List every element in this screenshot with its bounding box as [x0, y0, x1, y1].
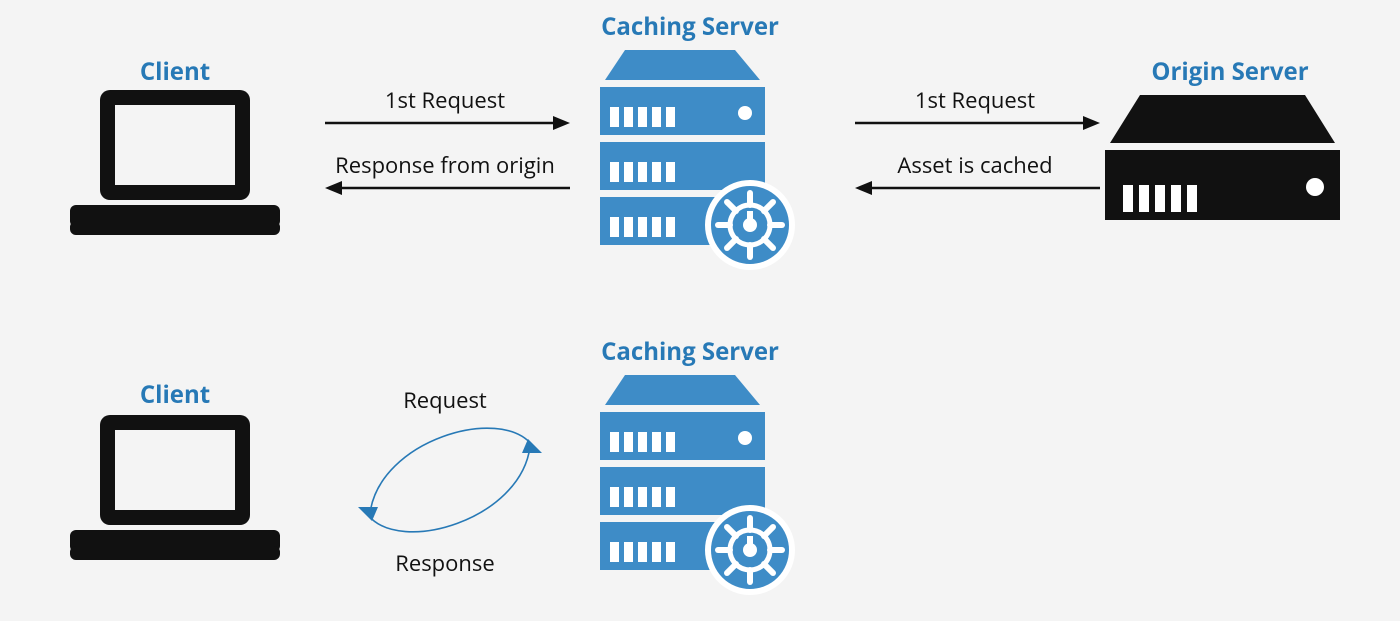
caching-diagram: Client Caching Server Origin Server: [0, 0, 1400, 621]
client-title-bottom: Client: [100, 378, 250, 411]
arrow-label-first-request-left: 1st Request: [330, 85, 560, 115]
curved-arrows-icon: [350, 405, 550, 555]
caching-server-title-bottom: Caching Server: [580, 335, 800, 368]
arrow-left-icon: [325, 178, 570, 198]
arrow-label-asset-is-cached: Asset is cached: [860, 150, 1090, 180]
arrow-label-first-request-right: 1st Request: [860, 85, 1090, 115]
arrow-right-icon: [855, 113, 1100, 133]
caching-server-icon: [595, 370, 795, 595]
caching-server-icon: [595, 45, 795, 270]
laptop-icon: [70, 410, 280, 570]
arrow-right-icon: [325, 113, 570, 133]
origin-server-icon: [1105, 95, 1340, 230]
caching-server-title-top: Caching Server: [580, 10, 800, 43]
origin-server-title-top: Origin Server: [1120, 55, 1340, 88]
arrow-left-icon: [855, 178, 1100, 198]
laptop-icon: [70, 85, 280, 245]
arrow-label-response-from-origin: Response from origin: [315, 150, 575, 180]
client-title-top: Client: [100, 55, 250, 88]
